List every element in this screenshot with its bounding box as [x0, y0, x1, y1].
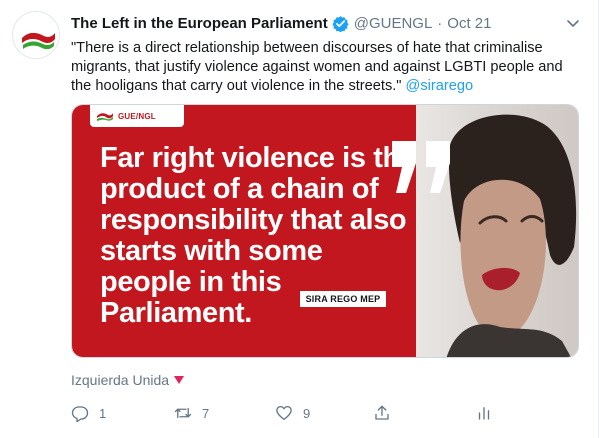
like-count: 9: [303, 405, 311, 421]
source-name[interactable]: Izquierda Unida: [71, 372, 169, 388]
logo-text: GUE/NGL: [118, 111, 156, 121]
share-button[interactable]: [373, 402, 391, 424]
tweet-image[interactable]: GUE/NGL Far right violence is the produc…: [71, 104, 579, 358]
timestamp[interactable]: Oct 21: [447, 15, 491, 32]
tweet-header: The Left in the European Parliament @GUE…: [71, 12, 581, 34]
guengl-logo-tab: GUE/NGL: [90, 105, 184, 127]
speaker-name-tag: SIRA REGO MEP: [300, 291, 386, 307]
tweet-text: "There is a direct relationship between …: [71, 39, 583, 96]
handle[interactable]: @GUENGL: [354, 15, 433, 32]
analytics-icon: [478, 407, 490, 420]
like-button[interactable]: 9: [275, 402, 310, 424]
reply-icon: [71, 406, 89, 422]
retweet-button[interactable]: 7: [174, 402, 209, 424]
chevron-down-icon[interactable]: [565, 15, 581, 31]
tweet-actions: 1 7 9: [71, 402, 501, 424]
retweet-count: 7: [202, 405, 210, 421]
verified-badge-icon: [332, 15, 349, 32]
heart-icon: [276, 405, 292, 421]
avatar[interactable]: [12, 11, 60, 59]
retweet-icon: [174, 407, 192, 419]
quote-marks-icon: [392, 141, 450, 193]
mention-link[interactable]: @sirarego: [406, 78, 474, 94]
triangle-down-icon: [174, 376, 185, 384]
separator-dot: ·: [437, 14, 443, 32]
guengl-logo-icon: [22, 32, 55, 50]
analytics-button[interactable]: [475, 402, 493, 424]
tweet-card[interactable]: The Left in the European Parliament @GUE…: [0, 0, 599, 438]
share-icon: [375, 405, 389, 420]
display-name[interactable]: The Left in the European Parliament: [71, 15, 328, 32]
tweet-text-body: "There is a direct relationship between …: [71, 40, 563, 94]
reply-button[interactable]: 1: [71, 402, 106, 424]
guengl-logo-icon: [97, 113, 113, 121]
source-label[interactable]: Izquierda Unida: [71, 371, 185, 389]
reply-count: 1: [99, 405, 107, 421]
